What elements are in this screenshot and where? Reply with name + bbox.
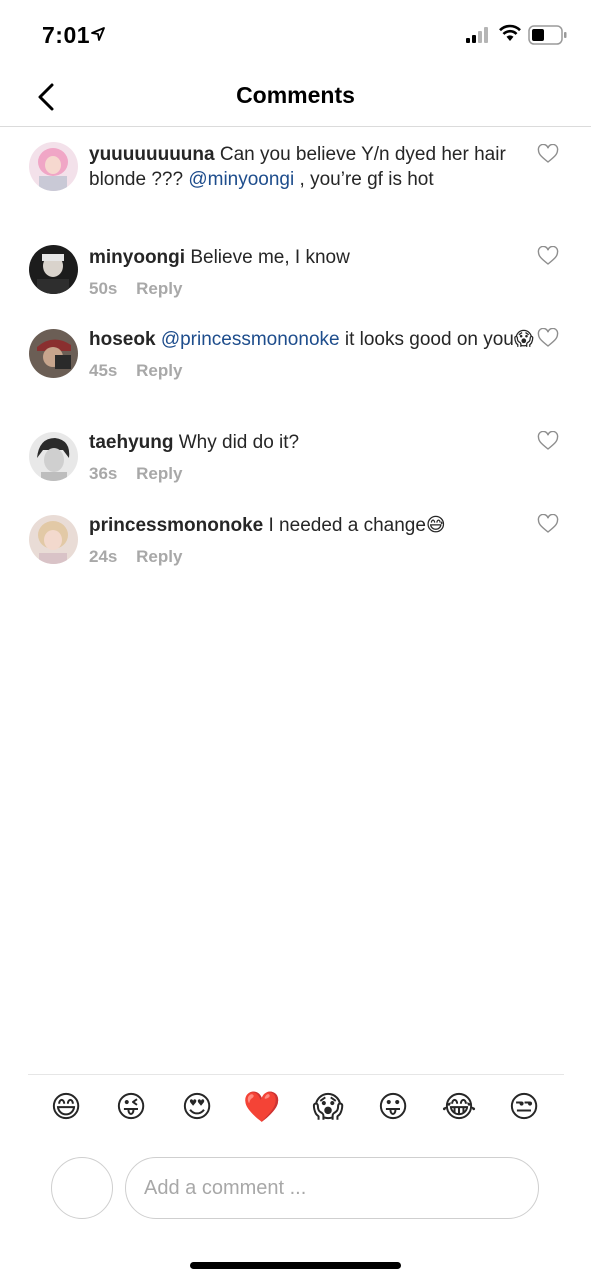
current-user-avatar [51, 1157, 113, 1219]
comment-text: I needed a change😅 [268, 515, 446, 536]
emoji-heart-eyes-button[interactable]: 😍 [177, 1088, 217, 1128]
avatar[interactable] [29, 515, 78, 564]
status-time: 7:01 [42, 22, 91, 48]
comment-input[interactable] [125, 1157, 539, 1219]
page-title: Comments [236, 82, 355, 108]
reply-button[interactable]: Reply [136, 547, 182, 566]
comment-body: princessmononoke I needed a change😅 24s … [89, 513, 535, 569]
like-heart-icon[interactable] [537, 246, 559, 266]
reply-button[interactable]: Reply [136, 464, 182, 483]
comment-meta: 45s Reply [89, 358, 535, 383]
comment-timestamp: 50s [89, 279, 118, 298]
emoji-red-heart-button[interactable]: ❤️ [242, 1088, 282, 1128]
comment-timestamp: 36s [89, 464, 118, 483]
comment-timestamp: 45s [89, 361, 118, 380]
comment-username[interactable]: hoseok [89, 329, 156, 350]
emoji-grinning-button[interactable]: 😄 [46, 1088, 86, 1128]
like-heart-icon[interactable] [537, 328, 559, 348]
avatar[interactable] [29, 245, 78, 294]
comment-username[interactable]: taehyung [89, 432, 173, 453]
comment-timestamp: 24s [89, 547, 118, 566]
reply-button[interactable]: Reply [136, 279, 182, 298]
comment-body: hoseok @princessmononoke it looks good o… [89, 327, 535, 383]
emoji-winking-tongue-button[interactable]: 😜 [111, 1088, 151, 1128]
location-arrow-icon [91, 27, 105, 41]
comment-text: it looks good on you😱 [339, 329, 534, 350]
avatar[interactable] [29, 432, 78, 481]
avatar[interactable] [29, 142, 78, 191]
mention-link[interactable]: @minyoongi [188, 169, 294, 190]
emoji-tongue-button[interactable]: 😛 [373, 1088, 413, 1128]
emoji-quick-bar: 😄 😜 😍 ❤️ 😱 😛 😂 😒 [0, 1088, 591, 1140]
wifi-icon [499, 24, 521, 41]
divider [28, 1074, 564, 1075]
comment-meta: 24s Reply [89, 544, 535, 569]
like-heart-icon[interactable] [537, 431, 559, 451]
status-bar: 7:01 [0, 0, 591, 70]
like-heart-icon[interactable] [537, 144, 559, 164]
navigation-header: Comments [0, 70, 591, 127]
comment-body: taehyung Why did do it? 36s Reply [89, 430, 535, 486]
comment-body: minyoongi Believe me, I know 50s Reply [89, 245, 535, 301]
comment-body: yuuuuuuuuna Can you believe Y/n dyed her… [89, 142, 535, 192]
comment-meta: 36s Reply [89, 461, 535, 486]
emoji-screaming-button[interactable]: 😱 [308, 1088, 348, 1128]
comment-text: Believe me, I know [190, 247, 350, 268]
comment-text: Why did do it? [178, 432, 300, 453]
reply-button[interactable]: Reply [136, 361, 182, 380]
comment-text: , you’re gf is hot [294, 169, 434, 190]
comment-username[interactable]: minyoongi [89, 247, 185, 268]
comment-meta: 50s Reply [89, 276, 535, 301]
like-heart-icon[interactable] [537, 514, 559, 534]
comment-username[interactable]: princessmononoke [89, 515, 263, 536]
avatar[interactable] [29, 329, 78, 378]
battery-icon [528, 25, 567, 45]
comment-username[interactable]: yuuuuuuuuna [89, 144, 215, 165]
home-indicator[interactable] [190, 1262, 401, 1269]
emoji-tears-of-joy-button[interactable]: 😂 [439, 1088, 479, 1128]
emoji-unamused-button[interactable]: 😒 [504, 1088, 544, 1128]
mention-link[interactable]: @princessmononoke [161, 329, 340, 350]
cellular-signal-icon [466, 27, 488, 43]
